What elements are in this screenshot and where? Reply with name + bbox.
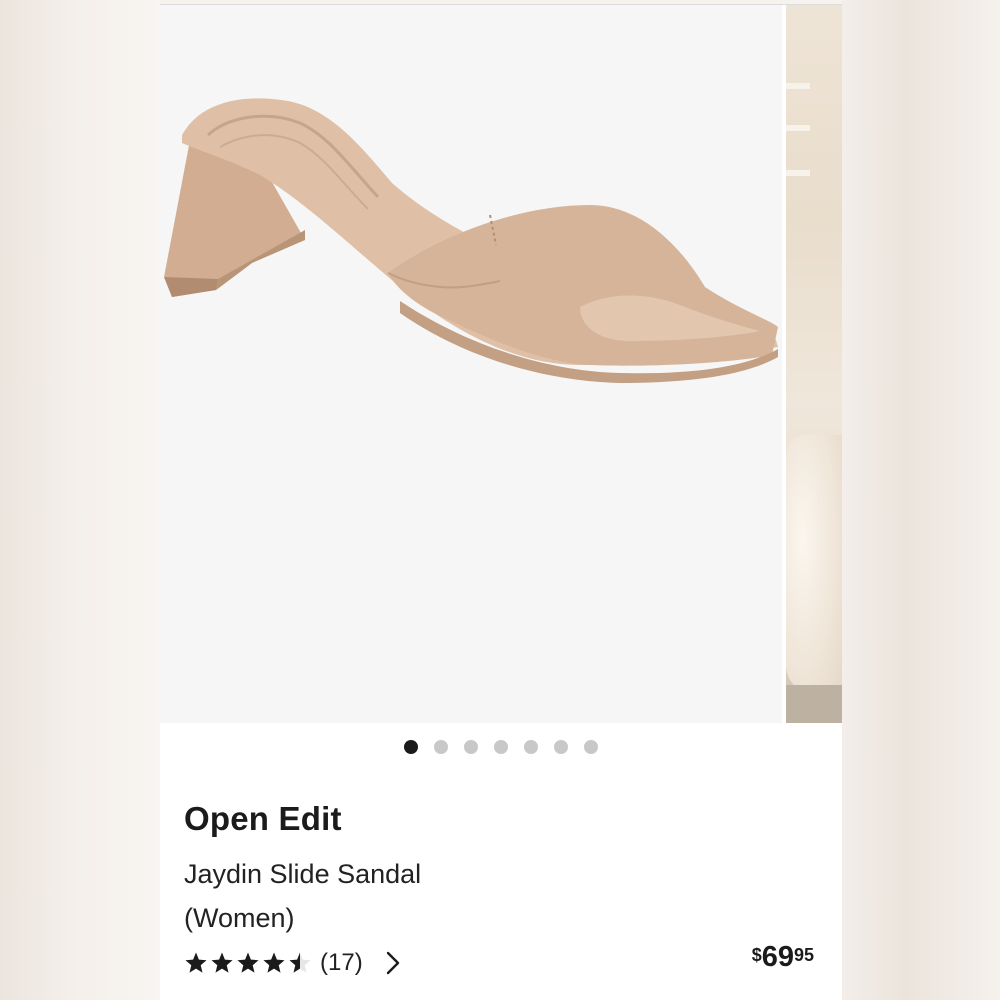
- product-title: Jaydin Slide Sandal: [184, 859, 422, 889]
- pagination-dot[interactable]: [404, 740, 418, 754]
- star-icon: [211, 952, 233, 973]
- shelf: [786, 83, 810, 89]
- review-count: (17): [320, 949, 363, 976]
- star-icon: [263, 952, 285, 973]
- shelf: [786, 125, 810, 131]
- pagination-dot[interactable]: [494, 740, 508, 754]
- backdrop-right: [842, 0, 1000, 1000]
- rug: [786, 685, 842, 723]
- chevron-right-icon[interactable]: [385, 950, 401, 976]
- shelf: [786, 170, 810, 176]
- pagination-dot[interactable]: [584, 740, 598, 754]
- price-currency: $: [751, 945, 762, 965]
- brand-name[interactable]: Open Edit: [184, 800, 342, 838]
- price: $ 69 95: [752, 941, 814, 974]
- product-name: Jaydin Slide Sandal (Women): [184, 852, 614, 940]
- product-image-slide[interactable]: [160, 5, 782, 723]
- sandal-image: [164, 98, 778, 383]
- image-carousel[interactable]: [160, 5, 842, 723]
- price-cents: 95: [793, 945, 814, 965]
- rating-reviews-link[interactable]: (17): [184, 945, 401, 981]
- pagination-dot[interactable]: [434, 740, 448, 754]
- carousel-pagination: [160, 740, 842, 754]
- pagination-dot[interactable]: [524, 740, 538, 754]
- backdrop-left: [0, 0, 160, 1000]
- product-audience: (Women): [184, 903, 295, 933]
- pagination-dot[interactable]: [554, 740, 568, 754]
- star-icon: [185, 952, 207, 973]
- pagination-dot[interactable]: [464, 740, 478, 754]
- star-icon: [237, 952, 259, 973]
- price-dollars: 69: [761, 941, 794, 973]
- pillow: [786, 435, 842, 695]
- next-slide-preview[interactable]: [786, 5, 842, 723]
- half-star-icon: [289, 952, 311, 973]
- star-rating: [184, 951, 312, 975]
- product-screen: Open Edit Jaydin Slide Sandal (Women) (1…: [160, 5, 842, 1000]
